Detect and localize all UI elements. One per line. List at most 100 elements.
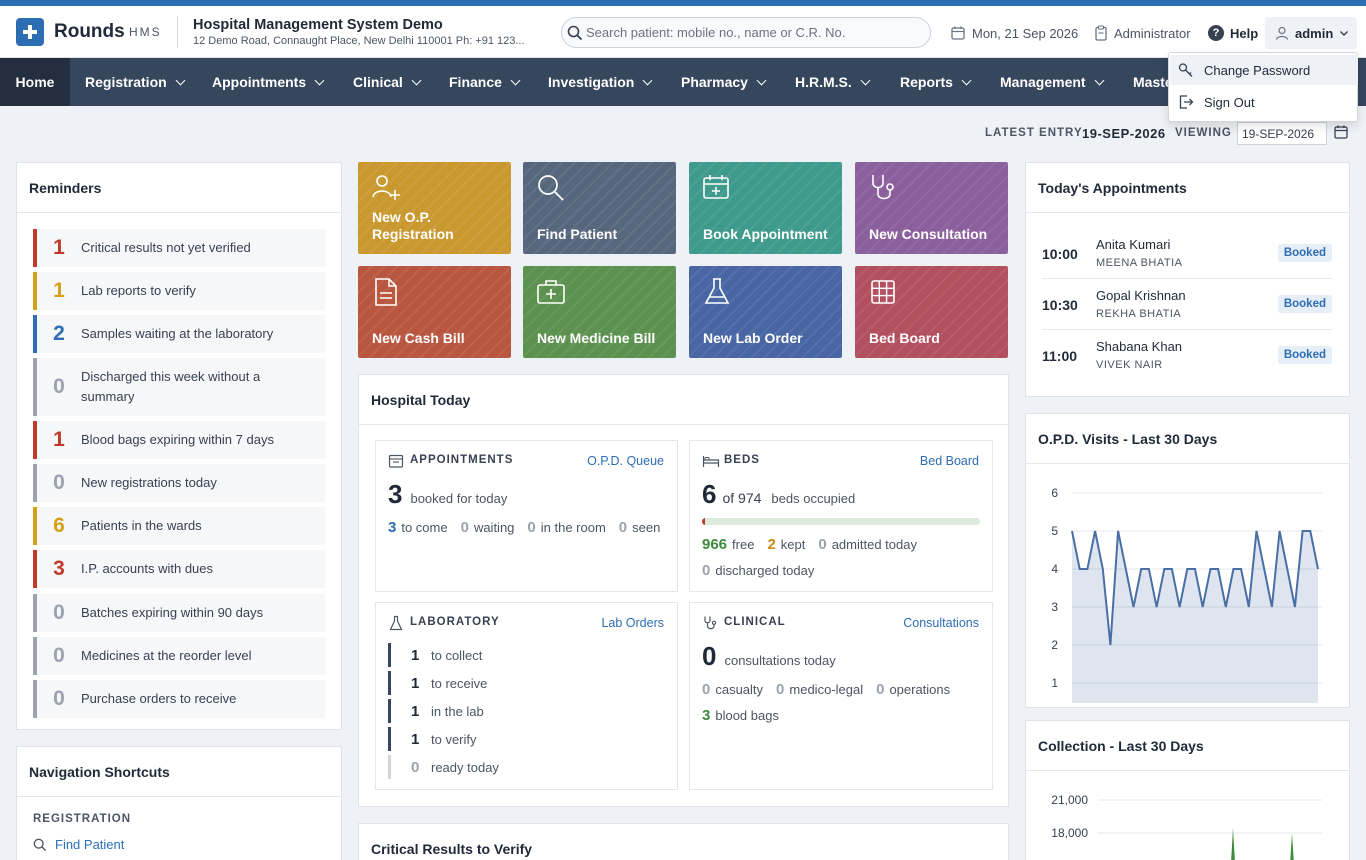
reminder-text: Medicines at the reorder level xyxy=(81,648,252,663)
y-tick-label: 5 xyxy=(1051,524,1058,538)
change-password-item[interactable]: Change Password xyxy=(1170,55,1358,85)
grid-icon xyxy=(871,280,895,304)
reminder-count: 3 xyxy=(53,557,65,580)
blood-bags-count: 3 xyxy=(702,707,711,724)
tile-bed-board[interactable]: Bed Board xyxy=(855,266,1008,358)
series-spike xyxy=(1290,833,1294,860)
opd-visits-panel: O.P.D. Visits - Last 30 Days 6 5 4 3 2 1 xyxy=(1025,413,1350,708)
reminder-text: Patients in the wards xyxy=(81,518,202,533)
reminder-item[interactable]: 1 Critical results not yet verified xyxy=(33,229,325,267)
lab-status-row: 1 to collect xyxy=(388,643,482,667)
patient-search[interactable] xyxy=(561,17,931,48)
laboratory-card-title: LABORATORY xyxy=(410,616,500,628)
critical-results-title: Critical Results to Verify xyxy=(359,824,1008,860)
in-room-label: in the room xyxy=(540,520,606,535)
nav-home-label: Home xyxy=(15,74,55,90)
appointment-row[interactable]: 10:00 Anita Kumari MEENA BHATIA Booked xyxy=(1042,229,1332,279)
app-header: Rounds HMS Hospital Management System De… xyxy=(0,6,1366,58)
tile-label: New O.P. Registration xyxy=(372,209,454,242)
lab-status-count: 1 xyxy=(411,674,420,692)
waiting-count: 0 xyxy=(460,519,469,536)
search-icon xyxy=(538,175,564,201)
occupied-label: beds occupied xyxy=(771,491,856,506)
nav-finance-label: Finance xyxy=(449,74,502,90)
reminder-item[interactable]: 0 Purchase orders to receive xyxy=(33,680,325,718)
patient-name: Gopal Krishnan xyxy=(1096,288,1186,303)
nav-investigation[interactable]: Investigation xyxy=(548,58,653,106)
reminder-item[interactable]: 3 I.P. accounts with dues xyxy=(33,550,325,588)
viewing-date-input[interactable] xyxy=(1237,122,1327,145)
consultations-link[interactable]: Consultations xyxy=(903,616,979,630)
chevron-down-icon xyxy=(1094,75,1105,85)
appointment-row[interactable]: 11:00 Shabana Khan VIVEK NAIR Booked xyxy=(1042,331,1332,381)
reminder-item[interactable]: 6 Patients in the wards xyxy=(33,507,325,545)
help-button[interactable]: ? Help xyxy=(1208,25,1258,41)
nav-reports[interactable]: Reports xyxy=(900,58,972,106)
y-tick-label: 18,000 xyxy=(1051,826,1088,840)
reminders-panel: Reminders 1 Critical results not yet veri… xyxy=(16,162,342,730)
shortcut-find-patient-label: Find Patient xyxy=(55,837,125,852)
shortcuts-panel: Navigation Shortcuts REGISTRATION Find P… xyxy=(16,746,342,860)
tile-new-lab-order[interactable]: New Lab Order xyxy=(689,266,842,358)
tile-find-patient[interactable]: Find Patient xyxy=(523,162,676,254)
nav-registration[interactable]: Registration xyxy=(85,58,186,106)
reminder-item[interactable]: 0 New registrations today xyxy=(33,464,325,502)
nav-masters[interactable]: Maste xyxy=(1133,58,1173,106)
nav-hrms[interactable]: H.R.M.S. xyxy=(795,58,871,106)
search-icon xyxy=(567,25,583,41)
tile-label: Find Patient xyxy=(537,226,618,242)
user-menu-button[interactable]: admin xyxy=(1265,17,1357,49)
search-input[interactable] xyxy=(586,18,926,47)
reminder-item[interactable]: 0 Medicines at the reorder level xyxy=(33,637,325,675)
appointment-row[interactable]: 10:30 Gopal Krishnan REKHA BHATIA Booked xyxy=(1042,280,1332,330)
y-tick-label: 1 xyxy=(1051,676,1058,690)
stethoscope-icon xyxy=(704,616,717,630)
logo-icon[interactable] xyxy=(16,18,44,46)
reminder-item[interactable]: 0 Batches expiring within 90 days xyxy=(33,594,325,632)
lab-status-label: in the lab xyxy=(431,703,484,719)
tile-new-consultation[interactable]: New Consultation xyxy=(855,162,1008,254)
sign-out-item[interactable]: Sign Out xyxy=(1170,87,1358,117)
reminder-text: Discharged this week without a summary xyxy=(81,369,261,404)
nav-clinical[interactable]: Clinical xyxy=(353,58,422,106)
calendar-icon xyxy=(388,454,404,468)
nav-finance[interactable]: Finance xyxy=(449,58,521,106)
reminder-count: 0 xyxy=(53,687,65,710)
date-text: Mon, 21 Sep 2026 xyxy=(972,25,1079,41)
hospital-today-panel: Hospital Today APPOINTMENTS O.P.D. Queue… xyxy=(358,374,1009,807)
nav-home[interactable]: Home xyxy=(0,58,70,106)
lab-orders-link[interactable]: Lab Orders xyxy=(601,616,664,630)
bed-board-link[interactable]: Bed Board xyxy=(920,454,979,468)
reminder-item[interactable]: 0 Discharged this week without a summary xyxy=(33,358,325,416)
brand-name[interactable]: Rounds xyxy=(54,21,125,43)
tile-new-medicine-bill[interactable]: New Medicine Bill xyxy=(523,266,676,358)
reminder-item[interactable]: 1 Lab reports to verify xyxy=(33,272,325,310)
chevron-down-icon xyxy=(1340,31,1349,36)
opd-queue-link[interactable]: O.P.D. Queue xyxy=(587,454,664,468)
doctor-name: VIVEK NAIR xyxy=(1096,359,1163,371)
admitted-count: 0 xyxy=(818,536,827,553)
nav-masters-label: Maste xyxy=(1133,74,1173,90)
nav-appointments[interactable]: Appointments xyxy=(212,58,325,106)
nav-management[interactable]: Management xyxy=(1000,58,1105,106)
clipboard-icon xyxy=(1095,25,1107,41)
tile-new-opd-registration[interactable]: New O.P. Registration xyxy=(358,162,511,254)
appointments-booked: 3 booked for today xyxy=(388,479,507,510)
tile-book-appointment[interactable]: Book Appointment xyxy=(689,162,842,254)
blood-bags-label: blood bags xyxy=(715,708,779,723)
reminder-item[interactable]: 2 Samples waiting at the laboratory xyxy=(33,315,325,353)
hospital-address: 12 Demo Road, Connaught Place, New Delhi… xyxy=(193,35,525,47)
calendar-icon[interactable] xyxy=(1333,124,1349,140)
todays-appointments-title: Today's Appointments xyxy=(1026,163,1349,213)
kept-count: 2 xyxy=(767,536,776,553)
nav-pharmacy[interactable]: Pharmacy xyxy=(681,58,767,106)
to-come-label: to come xyxy=(401,520,448,535)
tile-new-cash-bill[interactable]: New Cash Bill xyxy=(358,266,511,358)
reminder-item[interactable]: 1 Blood bags expiring within 7 days xyxy=(33,421,325,459)
hospital-today-title: Hospital Today xyxy=(359,375,1008,425)
consultations-today: 0 consultations today xyxy=(702,641,836,672)
reminder-text: I.P. accounts with dues xyxy=(81,561,214,576)
shortcut-find-patient[interactable]: Find Patient xyxy=(33,837,124,852)
beds-occupied: 6 of 974 beds occupied xyxy=(702,479,855,510)
nav-registration-label: Registration xyxy=(85,74,167,90)
